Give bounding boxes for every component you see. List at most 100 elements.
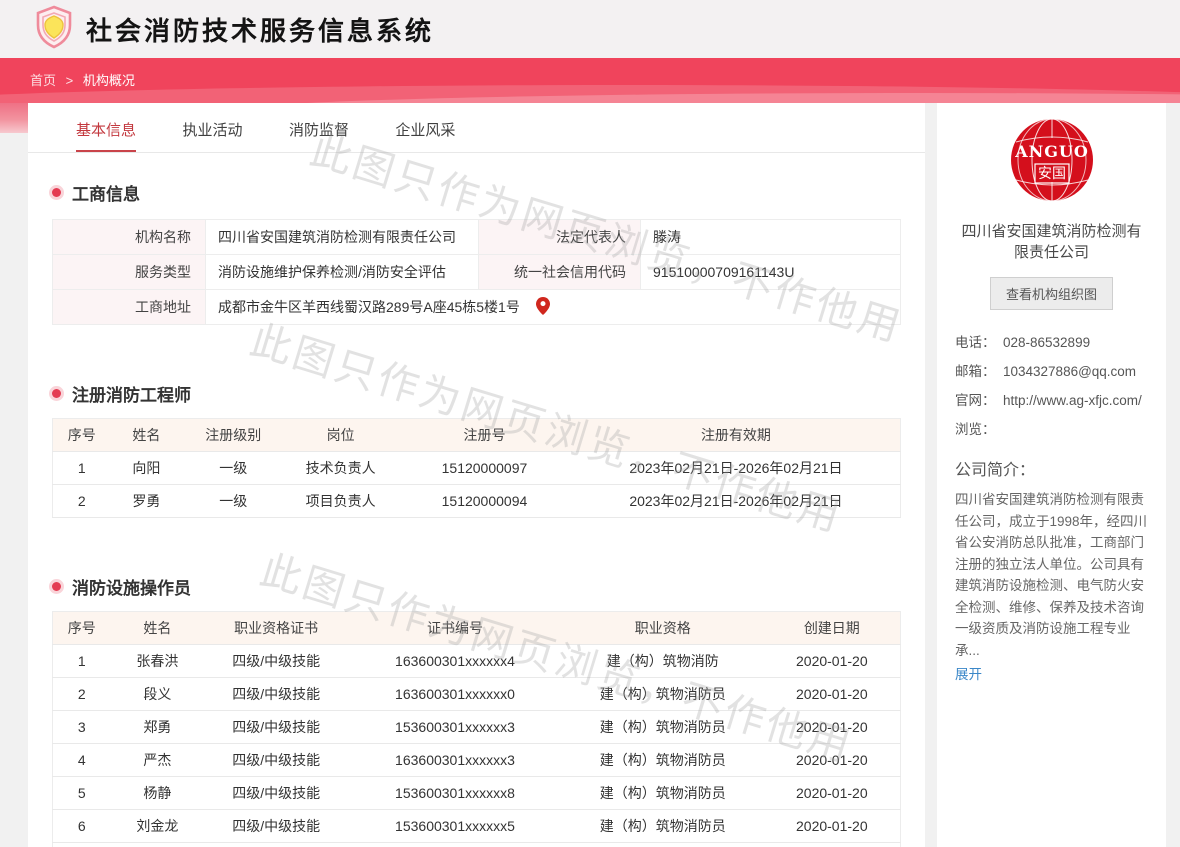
anguo-globe-logo-icon: ANGUO 安国 <box>1010 118 1094 202</box>
table-cell: 刘金龙 <box>110 810 204 843</box>
table-cell: 建（构）筑物消防员 <box>562 711 764 744</box>
engineer-row: 1 向阳 一级 技术负责人 15120000097 2023年02月21日-20… <box>53 452 901 485</box>
column-header: 注册有效期 <box>572 419 901 452</box>
table-cell: 四级/中级技能 <box>204 843 348 847</box>
map-pin-icon[interactable] <box>536 297 550 315</box>
breadcrumb-banner: 首页 > 机构概况 <box>0 58 1180 103</box>
table-cell: 技术负责人 <box>284 452 397 485</box>
table-cell: 建（构）筑物消防员 <box>562 810 764 843</box>
views-value <box>1003 419 1148 440</box>
table-cell: 2023年02月21日-2026年02月21日 <box>572 452 901 485</box>
org-name-value: 四川省安国建筑消防检测有限责任公司 <box>206 220 479 255</box>
table-cell: 四级/中级技能 <box>204 777 348 810</box>
column-header: 证书编号 <box>348 612 562 645</box>
breadcrumb: 首页 > 机构概况 <box>0 58 1180 103</box>
bullet-dot-icon <box>52 582 61 591</box>
table-cell: 一级 <box>182 485 284 518</box>
column-header: 创建日期 <box>764 612 901 645</box>
table-cell: 四级/中级技能 <box>204 678 348 711</box>
operator-row: 6 刘金龙 四级/中级技能 153600301xxxxxx5 建（构）筑物消防员… <box>53 810 901 843</box>
table-cell: 1 <box>53 452 111 485</box>
view-org-chart-button[interactable]: 查看机构组织图 <box>990 277 1113 310</box>
table-cell: 四级/中级技能 <box>204 711 348 744</box>
operator-row: 2 段义 四级/中级技能 163600301xxxxxx0 建（构）筑物消防员 … <box>53 678 901 711</box>
views-row: 浏览： <box>955 419 1148 440</box>
table-cell: 153600301xxxxxx8 <box>348 777 562 810</box>
table-cell: 建（构）筑物消防员 <box>562 777 764 810</box>
table-cell: 建（构）筑物消防 <box>562 645 764 678</box>
tab-company-showcase[interactable]: 企业风采 <box>395 119 455 150</box>
website-row: 官网： http://www.ag-xfjc.com/ <box>955 390 1148 411</box>
table-cell: 罗勇 <box>110 485 182 518</box>
table-cell: 2020-01-20 <box>764 744 901 777</box>
contact-list: 电话： 028-86532899 邮箱： 1034327886@qq.com 官… <box>955 332 1148 440</box>
column-header: 岗位 <box>284 419 397 452</box>
tab-bar: 基本信息 执业活动 消防监督 企业风采 <box>28 103 925 153</box>
phone-row: 电话： 028-86532899 <box>955 332 1148 353</box>
address-label: 工商地址 <box>53 290 206 325</box>
address-value: 成都市金牛区羊西线蜀汉路289号A座45栋5楼1号 <box>206 290 901 325</box>
table-cell: 163600301xxxxxx0 <box>348 678 562 711</box>
table-cell: 7 <box>53 843 111 847</box>
table-cell: 2023年02月21日-2026年02月21日 <box>572 485 901 518</box>
phone-label: 电话： <box>955 332 1003 353</box>
business-info-table: 机构名称 四川省安国建筑消防检测有限责任公司 法定代表人 滕涛 服务类型 消防设… <box>52 219 901 325</box>
operator-row: 1 张春洪 四级/中级技能 163600301xxxxxx4 建（构）筑物消防 … <box>53 645 901 678</box>
website-value[interactable]: http://www.ag-xfjc.com/ <box>1003 390 1148 411</box>
table-header-row: 序号 姓名 职业资格证书 证书编号 职业资格 创建日期 <box>53 612 901 645</box>
credit-code-label: 统一社会信用代码 <box>479 255 641 290</box>
phone-value: 028-86532899 <box>1003 332 1148 353</box>
column-header: 职业资格证书 <box>204 612 348 645</box>
table-cell: 2020-01-20 <box>764 645 901 678</box>
section-title-text: 注册消防工程师 <box>72 381 191 406</box>
svg-text:安国: 安国 <box>1038 165 1066 181</box>
table-cell: 2 <box>53 678 111 711</box>
table-cell: 建（构）筑物消防员 <box>562 744 764 777</box>
table-cell: 2020-01-20 <box>764 711 901 744</box>
tab-basic-info[interactable]: 基本信息 <box>76 119 136 152</box>
table-cell: 张春洪 <box>110 645 204 678</box>
table-cell: 3 <box>53 711 111 744</box>
expand-link[interactable]: 展开 <box>955 663 982 683</box>
tab-practice-activity[interactable]: 执业活动 <box>182 119 242 150</box>
app-header: 社会消防技术服务信息系统 <box>0 0 1180 58</box>
table-cell: 项目负责人 <box>284 485 397 518</box>
section-title-engineers: 注册消防工程师 <box>52 381 925 406</box>
operator-row: 7 邱菊 四级/中级技能 153600301xxxxxx6 建（构）筑物消防员 … <box>53 843 901 847</box>
table-cell: 建（构）筑物消防员 <box>562 843 764 847</box>
breadcrumb-home-link[interactable]: 首页 <box>30 73 56 88</box>
column-header: 注册号 <box>397 419 572 452</box>
email-row: 邮箱： 1034327886@qq.com <box>955 361 1148 382</box>
table-cell: 163600301xxxxxx3 <box>348 744 562 777</box>
table-cell: 建（构）筑物消防员 <box>562 678 764 711</box>
table-cell: 段义 <box>110 678 204 711</box>
company-intro-text: 四川省安国建筑消防检测有限责任公司，成立于1998年，经四川省公安消防总队批准，… <box>955 489 1148 661</box>
column-header: 序号 <box>53 612 111 645</box>
column-header: 职业资格 <box>562 612 764 645</box>
table-cell: 4 <box>53 744 111 777</box>
email-value: 1034327886@qq.com <box>1003 361 1148 382</box>
tab-fire-supervision[interactable]: 消防监督 <box>289 119 349 150</box>
sidebar-company-name: 四川省安国建筑消防检测有限责任公司 <box>955 221 1148 263</box>
table-cell: 5 <box>53 777 111 810</box>
engineer-row: 2 罗勇 一级 项目负责人 15120000094 2023年02月21日-20… <box>53 485 901 518</box>
bullet-dot-icon <box>52 389 61 398</box>
table-cell: 向阳 <box>110 452 182 485</box>
table-cell: 2 <box>53 485 111 518</box>
table-cell: 杨静 <box>110 777 204 810</box>
svg-text:ANGUO: ANGUO <box>1014 142 1089 161</box>
table-cell: 6 <box>53 810 111 843</box>
service-type-value: 消防设施维护保养检测/消防安全评估 <box>206 255 479 290</box>
table-cell: 邱菊 <box>110 843 204 847</box>
table-cell: 四级/中级技能 <box>204 744 348 777</box>
column-header: 注册级别 <box>182 419 284 452</box>
breadcrumb-current: 机构概况 <box>83 73 135 88</box>
org-name-label: 机构名称 <box>53 220 206 255</box>
table-cell: 一级 <box>182 452 284 485</box>
table-row: 工商地址 成都市金牛区羊西线蜀汉路289号A座45栋5楼1号 <box>53 290 901 325</box>
section-title-operators: 消防设施操作员 <box>52 574 925 599</box>
service-type-label: 服务类型 <box>53 255 206 290</box>
operator-row: 5 杨静 四级/中级技能 153600301xxxxxx8 建（构）筑物消防员 … <box>53 777 901 810</box>
bullet-dot-icon <box>52 188 61 197</box>
column-header: 序号 <box>53 419 111 452</box>
